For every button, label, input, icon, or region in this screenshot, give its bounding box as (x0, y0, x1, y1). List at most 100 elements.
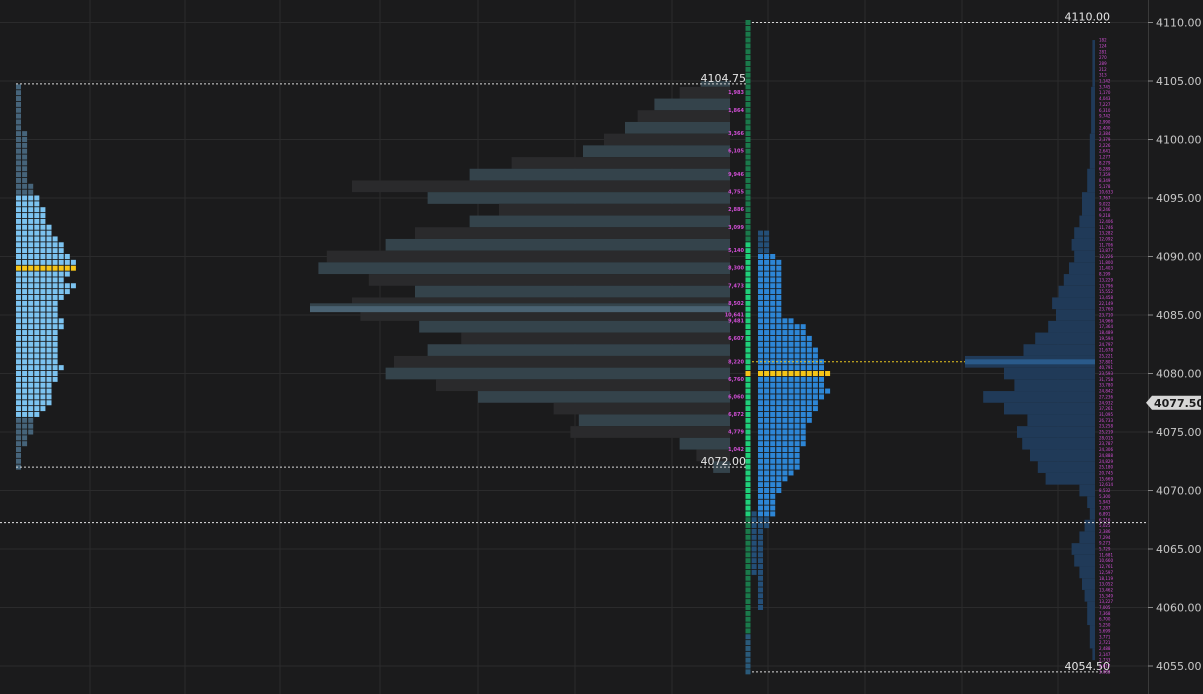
delta-label-right: 24,888 (1099, 453, 1113, 458)
volume-bar-right (1079, 566, 1095, 579)
tpo-block (52, 254, 58, 259)
tpo-block (16, 388, 21, 394)
tpo-block (764, 458, 770, 464)
volume-bar-right (1048, 320, 1095, 333)
tpo-block (52, 289, 58, 295)
tpo-block (46, 347, 52, 353)
ib-block (745, 289, 751, 295)
tpo-block (764, 423, 770, 429)
tpo-block (776, 341, 782, 347)
tpo-block (22, 177, 28, 183)
ib-block (745, 411, 751, 417)
delta-label-left: 9,946 (728, 172, 744, 178)
tpo-block (46, 300, 52, 306)
tpo-block (758, 452, 763, 458)
delta-label-right: 9,218 (1099, 213, 1111, 218)
tpo-block (46, 277, 52, 283)
tpo-block (770, 488, 776, 493)
volume-bar-left (469, 215, 730, 228)
tpo-block (46, 324, 52, 330)
tpo-block (770, 330, 776, 336)
tpo-block (758, 236, 763, 242)
tpo-block (794, 423, 800, 429)
ib-block (745, 201, 751, 207)
delta-label-right: 7,287 (1099, 506, 1111, 511)
ib-block (745, 154, 751, 160)
delta-label-right: 212 (1099, 67, 1107, 72)
volume-bar-right (1004, 402, 1095, 415)
tpo-block (40, 330, 46, 336)
tpo-block (770, 406, 776, 412)
tpo-block (770, 324, 776, 330)
tpo-block (776, 417, 782, 423)
tpo-block (776, 411, 782, 417)
tpo-block (758, 289, 763, 295)
tpo-block (46, 242, 52, 248)
tpo-block (46, 271, 52, 277)
tpo-block (16, 84, 21, 90)
ib-block (745, 564, 751, 570)
tpo-block (788, 435, 794, 441)
tpo-block (764, 406, 770, 412)
axis-tick-label: 4060.00 (1156, 602, 1202, 615)
tpo-block (800, 347, 806, 353)
tpo-block (770, 482, 776, 488)
tpo-block (758, 558, 763, 564)
tpo-block (16, 294, 21, 300)
tpo-block (52, 294, 58, 300)
tpo-block (58, 318, 64, 324)
volume-bar-left (469, 168, 730, 181)
tpo-block (794, 330, 800, 336)
tpo-block (794, 324, 800, 330)
tpo-poc-block (34, 265, 40, 271)
tpo-block (16, 365, 21, 371)
tpo-block (34, 359, 40, 365)
delta-label-left: 1,864 (728, 108, 744, 114)
tpo-block (800, 417, 806, 423)
volume-bar-left (679, 437, 730, 450)
tpo-block (776, 271, 782, 277)
tpo-block (28, 371, 34, 376)
ib-block-secondary (751, 528, 757, 534)
tpo-block (776, 388, 782, 394)
tpo-block (782, 335, 788, 341)
tpo-block (40, 213, 46, 219)
price-axis[interactable]: 4055.00 4060.00 4065.00 4070.00 4075.00 4080.… (1146, 0, 1203, 694)
ib-block (745, 230, 751, 236)
tpo-block (40, 341, 46, 347)
tpo-block (40, 318, 46, 324)
ib-block (745, 417, 751, 423)
tpo-block (22, 365, 28, 371)
tpo-block (764, 312, 770, 318)
tpo-block (46, 318, 52, 324)
tpo-block (34, 411, 40, 417)
ib-block (745, 78, 751, 84)
tpo-block (58, 294, 64, 300)
delta-label-left: 4,779 (728, 430, 744, 436)
tpo-block (776, 447, 782, 453)
delta-label-right: 7,227 (1099, 102, 1111, 107)
delta-label-right: 8,199 (1099, 272, 1111, 277)
delta-label-right: 2,733 (1099, 658, 1111, 663)
volume-bar-right (1082, 578, 1095, 590)
tpo-block (22, 406, 28, 412)
volume-bar-right (1071, 238, 1095, 251)
delta-label-right: 2,400 (1099, 125, 1111, 130)
tpo-block (800, 423, 806, 429)
ib-block-secondary (751, 564, 757, 570)
volume-bar-right (1037, 461, 1095, 473)
tpo-block (28, 330, 34, 336)
tpo-poc-block (16, 265, 21, 271)
ib-block (745, 488, 751, 493)
tpo-block (770, 464, 776, 470)
tpo-block (22, 131, 28, 137)
tpo-block (16, 353, 21, 359)
tpo-block (758, 394, 763, 400)
volume-bar-right (1071, 543, 1095, 555)
tpo-block (22, 230, 28, 236)
tpo-block (16, 230, 21, 236)
tpo-block (16, 447, 21, 453)
delta-label-right: 2,990 (1099, 119, 1111, 124)
tpo-block (800, 435, 806, 441)
tpo-block (764, 306, 770, 312)
